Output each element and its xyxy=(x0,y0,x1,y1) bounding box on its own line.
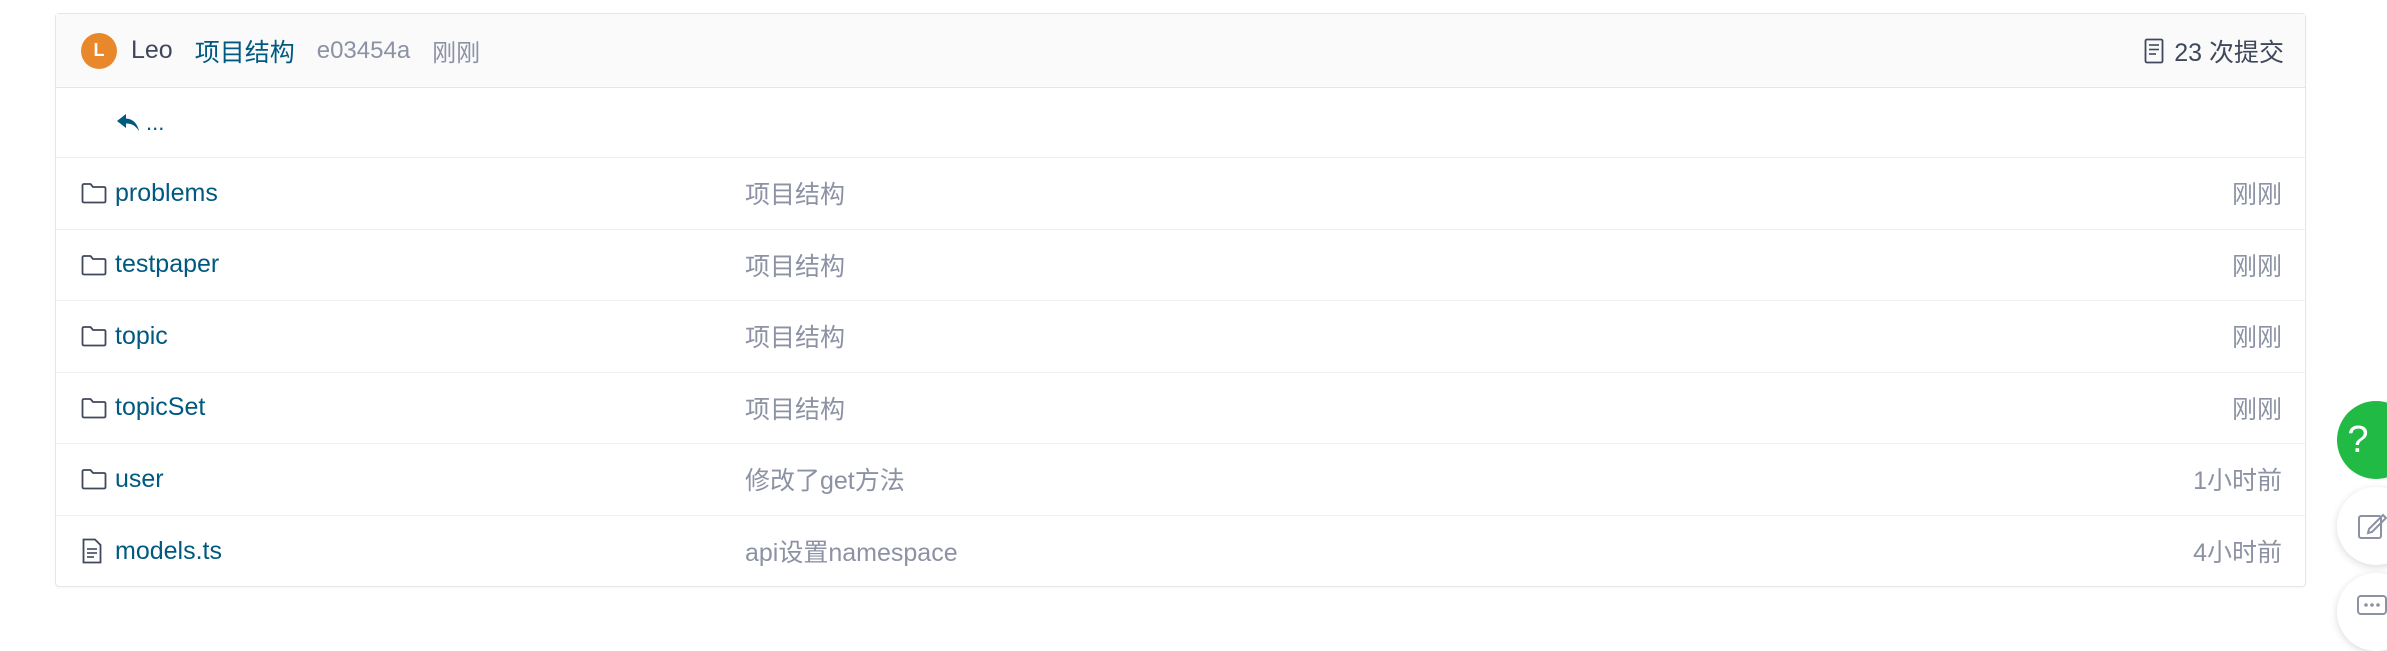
folder-icon xyxy=(81,251,109,279)
file-name-link[interactable]: problems xyxy=(115,179,745,208)
parent-directory-link[interactable]: ... xyxy=(56,88,2305,158)
help-label: ? xyxy=(2347,418,2369,461)
file-row[interactable]: problems 项目结构 刚刚 xyxy=(56,158,2305,230)
file-commit-time: 刚刚 xyxy=(2231,252,2282,281)
feedback-button[interactable] xyxy=(2337,487,2387,565)
file-row[interactable]: models.ts api设置namespace 4小时前 xyxy=(56,516,2305,588)
commit-author[interactable]: Leo xyxy=(131,36,173,65)
file-name-link[interactable]: topicSet xyxy=(115,393,745,422)
commit-hash[interactable]: e03454a xyxy=(317,37,410,65)
commit-message-link[interactable]: 项目结构 xyxy=(195,33,295,69)
latest-commit-header: L Leo 项目结构 e03454a 刚刚 23 次提交 xyxy=(56,14,2305,88)
file-name-link[interactable]: user xyxy=(115,465,745,494)
file-commit-time: 刚刚 xyxy=(2231,181,2282,210)
file-commit-message[interactable]: api设置namespace xyxy=(745,533,2193,569)
folder-icon xyxy=(81,179,109,207)
file-row[interactable]: user 修改了get方法 1小时前 xyxy=(56,444,2305,516)
file-row[interactable]: topic 项目结构 刚刚 xyxy=(56,301,2305,373)
commits-count-label: 23 次提交 xyxy=(2174,38,2284,67)
file-name-link[interactable]: testpaper xyxy=(115,250,745,279)
edit-icon xyxy=(2358,513,2387,539)
file-tree-panel: L Leo 项目结构 e03454a 刚刚 23 次提交 ... problem… xyxy=(55,13,2306,587)
file-commit-time: 刚刚 xyxy=(2231,395,2282,424)
file-row[interactable]: testpaper 项目结构 刚刚 xyxy=(56,230,2305,301)
file-commit-message[interactable]: 项目结构 xyxy=(745,390,2232,426)
more-icon xyxy=(2357,595,2387,615)
file-commit-message[interactable]: 项目结构 xyxy=(745,175,2232,211)
file-name-link[interactable]: topic xyxy=(115,322,745,351)
file-commit-time: 1小时前 xyxy=(2193,467,2282,496)
file-name-link[interactable]: models.ts xyxy=(115,537,745,566)
folder-icon xyxy=(81,322,109,350)
folder-icon xyxy=(81,394,109,422)
file-commit-message[interactable]: 修改了get方法 xyxy=(745,461,2193,497)
commit-time: 刚刚 xyxy=(432,40,481,67)
avatar[interactable]: L xyxy=(81,32,117,69)
file-commit-time: 4小时前 xyxy=(2193,539,2282,568)
file-commit-time: 刚刚 xyxy=(2231,324,2282,353)
file-list: problems 项目结构 刚刚 testpaper 项目结构 刚刚 topic 项目结构 刚刚… xyxy=(56,158,2305,587)
parent-directory-label: ... xyxy=(146,109,165,135)
file-icon xyxy=(81,537,109,565)
commit-history-icon xyxy=(2144,38,2164,63)
more-button[interactable] xyxy=(2337,573,2387,651)
reply-arrow-icon xyxy=(117,113,139,131)
help-button[interactable]: ? xyxy=(2337,401,2387,479)
commits-count-link[interactable]: 23 次提交 xyxy=(2144,33,2284,69)
file-row[interactable]: topicSet 项目结构 刚刚 xyxy=(56,373,2305,444)
file-commit-message[interactable]: 项目结构 xyxy=(745,247,2232,283)
file-commit-message[interactable]: 项目结构 xyxy=(745,318,2232,354)
folder-icon xyxy=(81,465,109,493)
